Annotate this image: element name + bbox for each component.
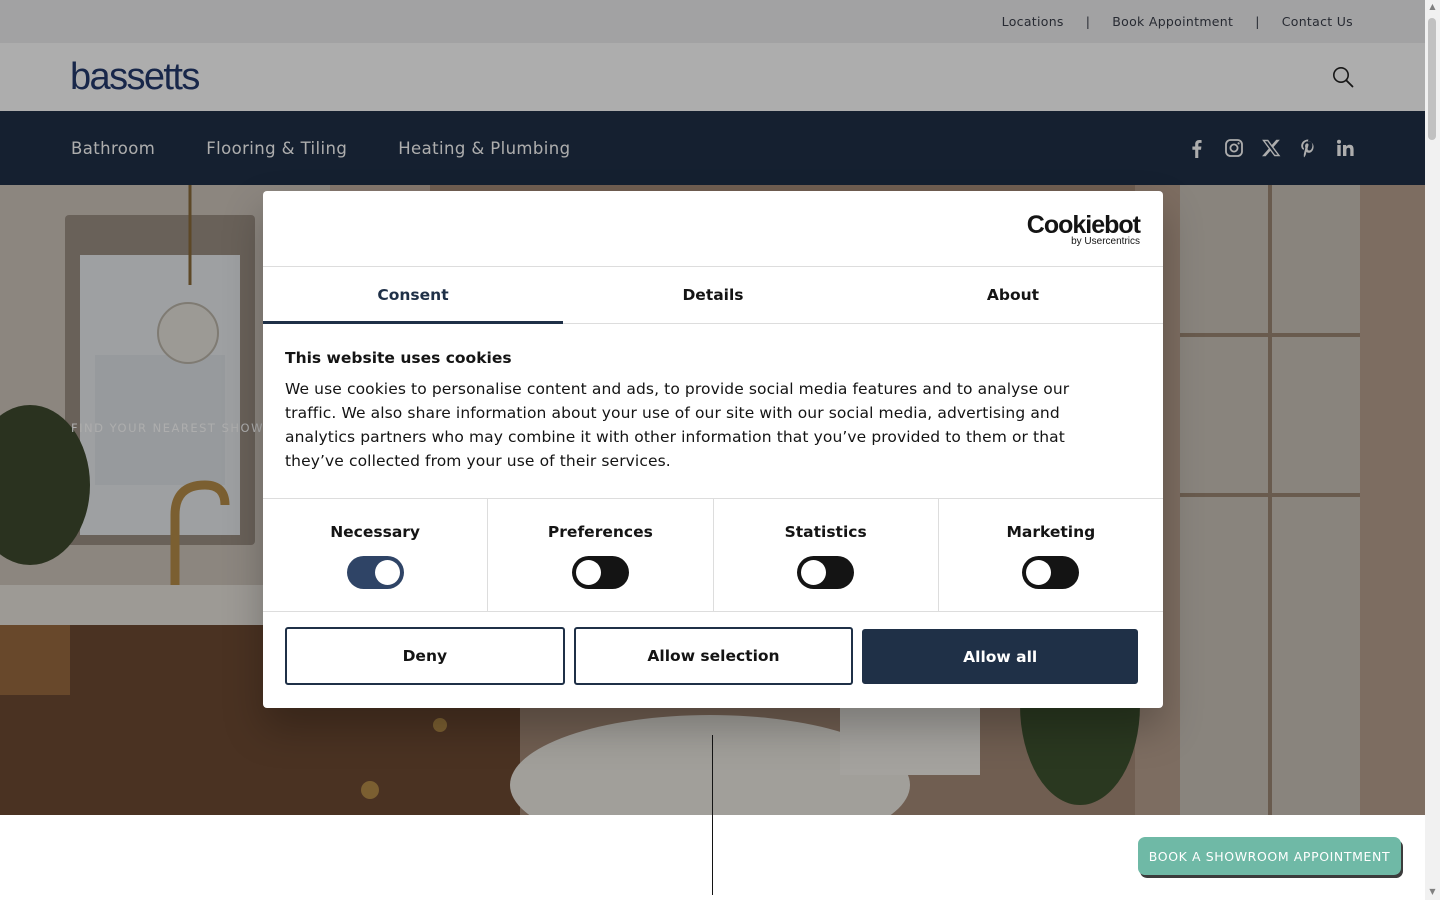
consent-body-text: We use cookies to personalise content an… — [285, 380, 1070, 470]
toggle-knob — [374, 560, 400, 585]
necessary-toggle[interactable] — [346, 556, 404, 589]
category-label: Statistics — [784, 523, 867, 541]
scroll-down-icon[interactable]: ▼ — [1428, 887, 1437, 896]
preferences-toggle[interactable] — [571, 556, 629, 589]
dialog-tabs: Consent Details About — [263, 267, 1163, 324]
scroll-up-icon[interactable]: ▲ — [1428, 2, 1437, 11]
category-label: Marketing — [1006, 523, 1096, 541]
consent-heading: This website uses cookies — [285, 349, 512, 367]
tab-consent[interactable]: Consent — [263, 267, 563, 324]
category-label: Preferences — [547, 523, 653, 541]
tab-about[interactable]: About — [863, 267, 1163, 323]
cookiebot-logo[interactable]: Cookiebot by Usercentrics — [1026, 211, 1141, 248]
statistics-toggle[interactable] — [797, 556, 855, 589]
page-scrollbar[interactable]: ▲ ▼ — [1425, 0, 1440, 900]
cookie-category-toggles: Necessary Preferences Statistics Marketi… — [263, 498, 1163, 612]
consent-actions: Deny Allow selection Allow all — [285, 627, 1139, 686]
scrollbar-thumb[interactable] — [1428, 18, 1436, 140]
marketing-toggle[interactable] — [1022, 556, 1080, 589]
scroll-indicator-line — [712, 735, 713, 895]
toggle-knob — [1026, 560, 1052, 585]
category-necessary: Necessary — [263, 499, 489, 611]
category-preferences: Preferences — [488, 499, 714, 611]
allow-all-button[interactable]: Allow all — [862, 629, 1139, 684]
deny-button[interactable]: Deny — [285, 627, 565, 685]
dialog-brand-header: Cookiebot by Usercentrics — [263, 191, 1163, 267]
category-marketing: Marketing — [939, 499, 1163, 611]
allow-selection-button[interactable]: Allow selection — [573, 627, 854, 685]
toggle-knob — [801, 560, 827, 585]
category-statistics: Statistics — [714, 499, 939, 611]
tab-details[interactable]: Details — [563, 267, 863, 323]
toggle-knob — [575, 560, 601, 585]
consent-content: This website uses cookies We use cookies… — [285, 349, 1105, 473]
book-showroom-appointment-button[interactable]: BOOK A SHOWROOM APPOINTMENT — [1138, 837, 1401, 875]
cookiebot-logo-text: Cookiebot — [1026, 211, 1141, 239]
cookie-consent-dialog: Cookiebot by Usercentrics Consent Detail… — [263, 191, 1163, 708]
category-label: Necessary — [330, 523, 421, 541]
